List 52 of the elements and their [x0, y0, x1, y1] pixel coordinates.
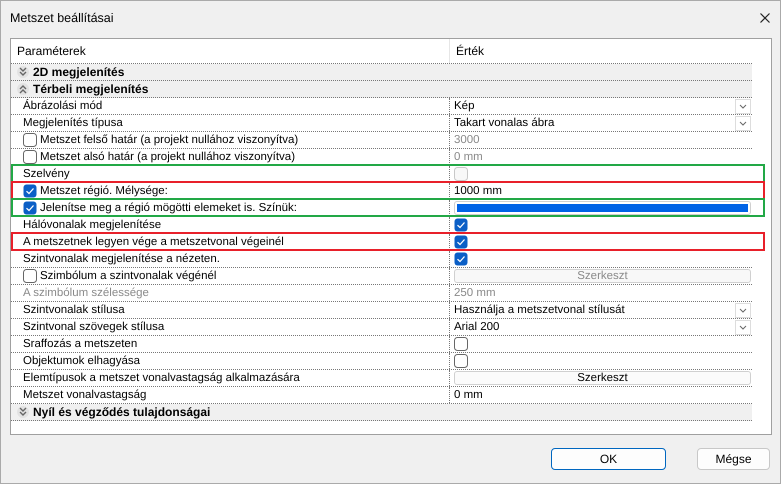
dialog-button[interactable]: Mégse [697, 448, 770, 470]
checkbox[interactable] [454, 252, 468, 266]
property-label: Megjelenítés típusa [23, 117, 123, 129]
checkbox[interactable] [454, 337, 468, 351]
property-label: A szimbólum szélessége [23, 287, 149, 299]
dropdown-value[interactable]: Használja a metszetvonal stílusát [454, 304, 732, 316]
section-header[interactable]: Nyíl és végződés tulajdonságai [11, 404, 752, 421]
property-label: Metszet régió. Mélysége: [40, 185, 168, 197]
property-label: Hálóvonalak megjelenítése [23, 219, 162, 231]
expand-icon[interactable] [17, 66, 29, 78]
dialog-button[interactable]: OK [551, 448, 666, 470]
section-header[interactable]: 2D megjelenítés [11, 64, 752, 81]
dropdown-icon[interactable] [735, 320, 751, 334]
property-label: Szintvonal szövegek stílusa [23, 321, 164, 333]
color-picker[interactable] [454, 201, 751, 215]
property-label: Metszet felső határ (a projekt nullához viszonyítva) [40, 134, 298, 146]
value-field[interactable]: 1000 mm [454, 185, 752, 197]
checkbox[interactable] [23, 269, 37, 283]
expand-icon[interactable] [17, 406, 29, 418]
checkbox[interactable] [454, 235, 468, 249]
property-label: Szimbólum a szintvonalak végénél [40, 270, 216, 282]
dropdown-value[interactable]: Arial 200 [454, 321, 732, 333]
value-field[interactable]: 0 mm [454, 389, 752, 401]
column-header: Érték [455, 43, 486, 60]
property-label: Metszet vonalvastagság [23, 389, 146, 401]
close-icon[interactable] [760, 12, 770, 22]
property-label: Elemtípusok a metszet vonalvastagság alkalmazására [23, 372, 300, 384]
dropdown-icon[interactable] [735, 302, 751, 318]
checkbox[interactable] [23, 150, 37, 164]
edit-button[interactable]: Szerkeszt [454, 371, 751, 385]
property-label: Objektumok elhagyása [23, 355, 140, 367]
checkbox[interactable] [23, 133, 37, 147]
property-label: A metszetnek legyen vége a metszetvonal végeinél [23, 236, 284, 248]
dropdown-icon[interactable] [735, 116, 751, 130]
section-header[interactable]: Térbeli megjelenítés [11, 81, 752, 98]
property-label: Szintvonalak stílusa [23, 304, 125, 316]
property-label: Szintvonalak megjelenítése a nézeten. [23, 253, 220, 265]
checkbox[interactable] [23, 201, 37, 215]
checkbox[interactable] [23, 184, 37, 198]
collapse-icon[interactable] [17, 83, 29, 95]
property-label: Sraffozás a metszeten [23, 338, 138, 350]
property-label: Szelvény [23, 168, 70, 180]
property-label: Metszet alsó határ (a projekt nullához viszonyítva) [40, 151, 296, 163]
checkbox[interactable] [454, 354, 468, 368]
column-header: Paraméterek [11, 39, 450, 63]
checkbox[interactable] [454, 218, 468, 232]
dropdown-value[interactable]: Takart vonalas ábra [454, 117, 732, 129]
window-title: Metszet beállításai [10, 10, 114, 24]
dropdown-value[interactable]: Kép [454, 100, 732, 112]
dropdown-icon[interactable] [735, 98, 751, 114]
property-label: Ábrázolási mód [23, 100, 102, 112]
property-label: Jelenítse meg a régió mögötti elemeket is. Színük: [40, 202, 297, 214]
